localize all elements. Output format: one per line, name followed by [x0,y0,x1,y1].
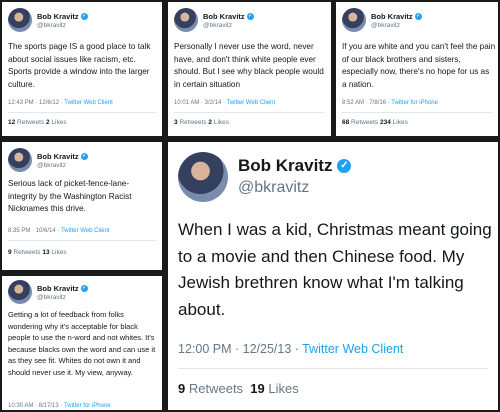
divider [342,112,492,113]
tweet-stats: 3 Retweets 2 Likes [174,119,229,126]
author-handle[interactable]: @bkravitz [371,22,422,29]
tweet-meta: 10:01 AM · 3/2/14 · Twitter Web Client [174,100,275,106]
tweet-header: Bob Kravitz ✓ @bkravitz [8,148,88,172]
tweet-text: Personally I never use the word, never h… [174,42,324,89]
avatar[interactable] [178,152,228,202]
tweet-meta: 8:52 AM · 7/8/16 · Twitter for iPhone [342,100,438,106]
tweet-card: Bob Kravitz ✓ @bkravitz The sports page I… [2,2,162,136]
likes-label[interactable]: Likes [51,249,66,256]
author-handle[interactable]: @bkravitz [37,294,88,301]
tweet-time: 10:30 AM · 8/17/13 · [8,403,63,409]
author-name[interactable]: Bob Kravitz ✓ [238,156,352,176]
verified-badge-icon: ✓ [414,13,422,20]
tweet-card: Bob Kravitz ✓ @bkravitz Getting a lot of … [2,276,162,410]
avatar[interactable] [342,8,366,32]
author-name-text: Bob Kravitz [37,12,79,21]
tweet-source-link[interactable]: Twitter for iPhone [391,100,438,106]
retweets-label[interactable]: Retweets [179,119,206,126]
author-name-text: Bob Kravitz [371,12,413,21]
author-name-text: Bob Kravitz [238,156,333,175]
tweet-source-link[interactable]: Twitter for iPhone [64,403,111,409]
tweet-time: 10:01 AM · 3/2/14 · [174,100,226,106]
tweet-source-link[interactable]: Twitter Web Client [302,342,403,356]
likes-label[interactable]: Likes [214,119,229,126]
author-handle[interactable]: @bkravitz [37,22,88,29]
retweet-count[interactable]: 3 [174,119,178,126]
tweet-card: Bob Kravitz ✓ @bkravitz Personally I neve… [168,2,331,136]
divider [8,240,156,241]
verified-badge-icon: ✓ [337,159,352,173]
author-name[interactable]: Bob Kravitz ✓ [37,12,88,21]
tweet-source-link[interactable]: Twitter Web Client [61,228,110,234]
retweets-label[interactable]: Retweets [189,381,243,396]
tweet-header: Bob Kravitz ✓ @bkravitz [174,8,254,32]
tweet-source-link[interactable]: Twitter Web Client [227,100,276,106]
verified-badge-icon: ✓ [80,285,88,292]
tweet-header: Bob Kravitz ✓ @bkravitz [8,280,88,304]
author-name-text: Bob Kravitz [37,284,79,293]
tweet-meta: 12:43 PM · 12/6/12 · Twitter Web Client [8,100,113,106]
divider [174,112,325,113]
retweets-label[interactable]: Retweets [17,119,44,126]
author-name-text: Bob Kravitz [203,12,245,21]
tweet-meta: 10:30 AM · 8/17/13 · Twitter for iPhone [8,403,111,409]
tweet-text: If you are white and you can't feel the … [342,42,496,89]
tweet-time: 12:00 PM · 12/25/13 · [178,342,299,356]
tweet-text: Getting a lot of feedback from folks won… [8,310,156,377]
verified-badge-icon: ✓ [80,153,88,160]
retweet-count[interactable]: 68 [342,119,349,126]
tweet-source-link[interactable]: Twitter Web Client [64,100,113,106]
like-count[interactable]: 234 [380,119,391,126]
verified-badge-icon: ✓ [80,13,88,20]
author-handle[interactable]: @bkravitz [203,22,254,29]
tweet-time: 12:43 PM · 12/6/12 · [8,100,63,106]
tweet-stats: 12 Retweets 2 Likes [8,119,67,126]
likes-label[interactable]: Likes [268,381,298,396]
tweet-text: When I was a kid, Christmas meant going … [178,220,492,319]
tweet-time: 8:52 AM · 7/8/16 · [342,100,390,106]
author-name[interactable]: Bob Kravitz ✓ [203,12,254,21]
divider [178,368,488,369]
tweet-stats: 68 Retweets 234 Likes [342,119,408,126]
tweet-header: Bob Kravitz ✓ @bkravitz [8,8,88,32]
divider [8,112,156,113]
author-handle[interactable]: @bkravitz [37,162,88,169]
likes-label[interactable]: Likes [51,119,66,126]
author-handle[interactable]: @bkravitz [238,179,351,197]
tweet-card: Bob Kravitz ✓ @bkravitz If you are white … [336,2,498,136]
tweet-card-featured: Bob Kravitz ✓ @bkravitz When I was a kid,… [168,142,498,410]
tweet-header: Bob Kravitz ✓ @bkravitz [178,152,352,202]
author-name[interactable]: Bob Kravitz ✓ [371,12,422,21]
retweet-count[interactable]: 9 [8,249,12,256]
like-count[interactable]: 13 [42,249,49,256]
author-name[interactable]: Bob Kravitz ✓ [37,284,88,293]
verified-badge-icon: ✓ [246,13,254,20]
author-name[interactable]: Bob Kravitz ✓ [37,152,88,161]
likes-label[interactable]: Likes [393,119,408,126]
author-name-text: Bob Kravitz [37,152,79,161]
retweets-label[interactable]: Retweets [351,119,378,126]
like-count[interactable]: 2 [46,119,50,126]
like-count[interactable]: 19 [250,381,264,396]
retweets-label[interactable]: Retweets [13,249,40,256]
tweet-text: Serious lack of picket-fence-lane-integr… [8,179,132,213]
tweet-card: Bob Kravitz ✓ @bkravitz Serious lack of p… [2,142,162,270]
tweet-time: 8:35 PM · 10/6/14 · [8,228,60,234]
like-count[interactable]: 2 [208,119,212,126]
avatar[interactable] [8,8,32,32]
avatar[interactable] [174,8,198,32]
retweet-count[interactable]: 12 [8,119,15,126]
tweet-header: Bob Kravitz ✓ @bkravitz [342,8,422,32]
avatar[interactable] [8,148,32,172]
tweet-meta: 8:35 PM · 10/6/14 · Twitter Web Client [8,228,110,234]
tweet-stats: 9 Retweets 19 Likes [178,381,299,396]
retweet-count[interactable]: 9 [178,381,185,396]
tweet-text: The sports page IS a good place to talk … [8,42,151,89]
tweet-stats: 9 Retweets 13 Likes [8,249,67,256]
avatar[interactable] [8,280,32,304]
tweet-meta: 12:00 PM · 12/25/13 · Twitter Web Client [178,342,403,356]
